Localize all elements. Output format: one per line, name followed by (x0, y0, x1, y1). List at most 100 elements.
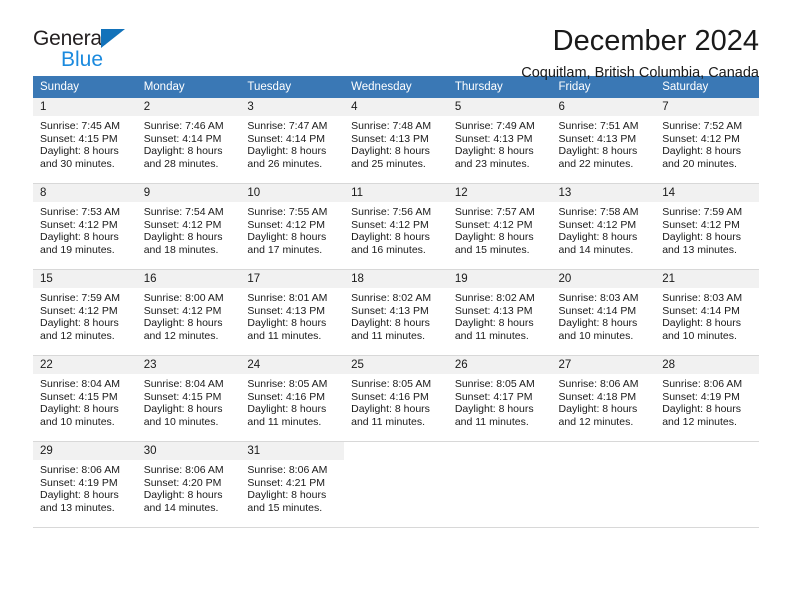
calendar-day-cell[interactable]: 5 Sunrise: 7:49 AM Sunset: 4:13 PM Daylight… (447, 98, 552, 184)
daylight-text-line1: Daylight: 8 hours (247, 145, 327, 158)
daylight-text-line2: and 11 minutes. (454, 329, 529, 342)
sunrise-sunset-calendar: Sunday Monday Tuesday Wednesday Thursday… (33, 76, 759, 528)
day-number: 20 (551, 270, 656, 288)
sunrise-text: Sunrise: 8:03 AM (662, 292, 743, 304)
day-cell-inner: 22 Sunrise: 8:04 AM Sunset: 4:15 PM Dayligh… (33, 356, 137, 441)
calendar-day-cell-empty (655, 441, 759, 528)
weekday-header-tuesday: Tuesday (240, 76, 345, 98)
calendar-day-cell[interactable]: 6 Sunrise: 7:51 AM Sunset: 4:13 PM Daylight… (551, 98, 656, 184)
sunset-text: Sunset: 4:15 PM (40, 132, 118, 145)
calendar-day-cell[interactable]: 10 Sunrise: 7:55 AM Sunset: 4:12 PM Dayligh… (240, 183, 345, 270)
day-cell-inner (344, 442, 448, 527)
day-details: Sunrise: 7:51 AM Sunset: 4:13 PM Daylight:… (552, 116, 656, 170)
calendar-day-cell[interactable]: 26 Sunrise: 8:05 AM Sunset: 4:17 PM Dayligh… (447, 355, 552, 442)
day-details (552, 460, 656, 464)
calendar-day-cell[interactable]: 30 Sunrise: 8:06 AM Sunset: 4:20 PM Dayligh… (136, 441, 241, 528)
calendar-day-cell[interactable]: 18 Sunrise: 8:02 AM Sunset: 4:13 PM Dayligh… (344, 269, 448, 356)
day-cell-inner (551, 442, 656, 527)
generalblue-logo[interactable]: General Blue (33, 26, 143, 74)
daylight-text-line1: Daylight: 8 hours (40, 317, 119, 330)
calendar-day-cell[interactable]: 2 Sunrise: 7:46 AM Sunset: 4:14 PM Daylight… (136, 98, 241, 184)
sunrise-text: Sunrise: 8:02 AM (454, 292, 535, 304)
daylight-text-line2: and 12 minutes. (558, 415, 634, 428)
calendar-day-cell[interactable]: 4 Sunrise: 7:48 AM Sunset: 4:13 PM Daylight… (344, 98, 448, 184)
day-details: Sunrise: 7:54 AM Sunset: 4:12 PM Daylight:… (137, 202, 241, 256)
calendar-day-cell[interactable]: 16 Sunrise: 8:00 AM Sunset: 4:12 PM Dayligh… (136, 269, 241, 356)
day-number: 15 (33, 270, 137, 288)
calendar-day-cell[interactable]: 22 Sunrise: 8:04 AM Sunset: 4:15 PM Dayligh… (33, 355, 137, 442)
day-details: Sunrise: 8:06 AM Sunset: 4:19 PM Daylight:… (655, 374, 759, 428)
calendar-day-cell[interactable]: 3 Sunrise: 7:47 AM Sunset: 4:14 PM Daylight… (240, 98, 345, 184)
calendar-day-cell[interactable]: 31 Sunrise: 8:06 AM Sunset: 4:21 PM Dayligh… (240, 441, 345, 528)
calendar-day-cell[interactable]: 13 Sunrise: 7:58 AM Sunset: 4:12 PM Dayligh… (551, 183, 656, 270)
day-details (655, 460, 759, 464)
calendar-day-cell[interactable]: 20 Sunrise: 8:03 AM Sunset: 4:14 PM Dayligh… (551, 269, 656, 356)
day-details (344, 460, 448, 464)
logo-text-general: General (33, 27, 107, 50)
day-details: Sunrise: 7:52 AM Sunset: 4:12 PM Daylight:… (655, 116, 759, 170)
sunset-text: Sunset: 4:13 PM (351, 304, 429, 317)
sunrise-text: Sunrise: 8:00 AM (143, 292, 224, 304)
weekday-header-monday: Monday (136, 76, 241, 98)
day-number: 19 (447, 270, 552, 288)
daylight-text-line1: Daylight: 8 hours (558, 231, 638, 244)
day-cell-inner (447, 442, 552, 527)
page-header: General Blue December 2024 Coquitlam, Br… (33, 0, 759, 82)
day-number: 3 (240, 98, 345, 116)
daylight-text-line2: and 11 minutes. (247, 329, 322, 342)
daylight-text-line2: and 11 minutes. (247, 415, 322, 428)
sunset-text: Sunset: 4:18 PM (558, 390, 637, 403)
daylight-text-line1: Daylight: 8 hours (662, 403, 742, 416)
calendar-day-cell[interactable]: 8 Sunrise: 7:53 AM Sunset: 4:12 PM Daylight… (33, 183, 137, 270)
day-details: Sunrise: 7:48 AM Sunset: 4:13 PM Daylight:… (344, 116, 448, 170)
sunrise-text: Sunrise: 7:46 AM (143, 120, 224, 132)
calendar-day-cell[interactable]: 25 Sunrise: 8:05 AM Sunset: 4:16 PM Dayligh… (344, 355, 448, 442)
sunrise-text: Sunrise: 7:52 AM (662, 120, 743, 132)
sunrise-text: Sunrise: 7:45 AM (40, 120, 120, 132)
day-number: 9 (136, 184, 241, 202)
sunset-text: Sunset: 4:12 PM (40, 218, 118, 231)
calendar-day-cell[interactable]: 27 Sunrise: 8:06 AM Sunset: 4:18 PM Dayligh… (551, 355, 656, 442)
day-cell-inner: 20 Sunrise: 8:03 AM Sunset: 4:14 PM Dayligh… (551, 270, 656, 355)
calendar-day-cell[interactable]: 28 Sunrise: 8:06 AM Sunset: 4:19 PM Dayligh… (655, 355, 759, 442)
calendar-day-cell[interactable]: 29 Sunrise: 8:06 AM Sunset: 4:19 PM Dayligh… (33, 441, 137, 528)
calendar-day-cell[interactable]: 9 Sunrise: 7:54 AM Sunset: 4:12 PM Daylight… (136, 183, 241, 270)
calendar-day-cell[interactable]: 14 Sunrise: 7:59 AM Sunset: 4:12 PM Dayligh… (655, 183, 759, 270)
day-number: 31 (240, 442, 345, 460)
calendar-day-cell[interactable]: 7 Sunrise: 7:52 AM Sunset: 4:12 PM Daylight… (655, 98, 759, 184)
page-subtitle: Coquitlam, British Columbia, Canada (521, 65, 759, 82)
day-number: 4 (344, 98, 448, 116)
sunset-text: Sunset: 4:12 PM (143, 218, 222, 231)
calendar-day-cell[interactable]: 19 Sunrise: 8:02 AM Sunset: 4:13 PM Dayligh… (447, 269, 552, 356)
sunset-text: Sunset: 4:12 PM (247, 218, 326, 231)
calendar-day-cell[interactable]: 12 Sunrise: 7:57 AM Sunset: 4:12 PM Dayligh… (447, 183, 552, 270)
day-cell-inner: 27 Sunrise: 8:06 AM Sunset: 4:18 PM Dayligh… (551, 356, 656, 441)
day-cell-inner: 1 Sunrise: 7:45 AM Sunset: 4:15 PM Daylight… (33, 98, 137, 183)
sunrise-text: Sunrise: 8:03 AM (558, 292, 639, 304)
day-number: 5 (447, 98, 552, 116)
day-number: 28 (655, 356, 759, 374)
daylight-text-line2: and 10 minutes. (143, 415, 219, 428)
day-cell-inner: 13 Sunrise: 7:58 AM Sunset: 4:12 PM Dayligh… (551, 184, 656, 269)
day-cell-inner: 30 Sunrise: 8:06 AM Sunset: 4:20 PM Dayligh… (136, 442, 241, 527)
calendar-day-cell[interactable]: 17 Sunrise: 8:01 AM Sunset: 4:13 PM Dayligh… (240, 269, 345, 356)
daylight-text-line2: and 26 minutes. (247, 157, 323, 170)
daylight-text-line2: and 12 minutes. (143, 329, 219, 342)
calendar-day-cell[interactable]: 24 Sunrise: 8:05 AM Sunset: 4:16 PM Dayligh… (240, 355, 345, 442)
day-number: 1 (33, 98, 137, 116)
day-cell-inner: 9 Sunrise: 7:54 AM Sunset: 4:12 PM Daylight… (136, 184, 241, 269)
day-cell-inner: 19 Sunrise: 8:02 AM Sunset: 4:13 PM Dayligh… (447, 270, 552, 355)
day-number: 14 (655, 184, 759, 202)
day-number: 25 (344, 356, 448, 374)
daylight-text-line2: and 11 minutes. (454, 415, 529, 428)
calendar-day-cell[interactable]: 1 Sunrise: 7:45 AM Sunset: 4:15 PM Daylight… (33, 98, 137, 184)
day-details: Sunrise: 7:59 AM Sunset: 4:12 PM Daylight:… (655, 202, 759, 256)
sunrise-text: Sunrise: 8:06 AM (40, 464, 120, 476)
daylight-text-line2: and 15 minutes. (247, 501, 323, 514)
calendar-day-cell[interactable]: 15 Sunrise: 7:59 AM Sunset: 4:12 PM Dayligh… (33, 269, 137, 356)
day-cell-inner: 18 Sunrise: 8:02 AM Sunset: 4:13 PM Dayligh… (344, 270, 448, 355)
calendar-day-cell[interactable]: 21 Sunrise: 8:03 AM Sunset: 4:14 PM Dayligh… (655, 269, 759, 356)
sunrise-text: Sunrise: 7:49 AM (454, 120, 535, 132)
calendar-day-cell[interactable]: 11 Sunrise: 7:56 AM Sunset: 4:12 PM Dayligh… (344, 183, 448, 270)
calendar-day-cell[interactable]: 23 Sunrise: 8:04 AM Sunset: 4:15 PM Dayligh… (136, 355, 241, 442)
